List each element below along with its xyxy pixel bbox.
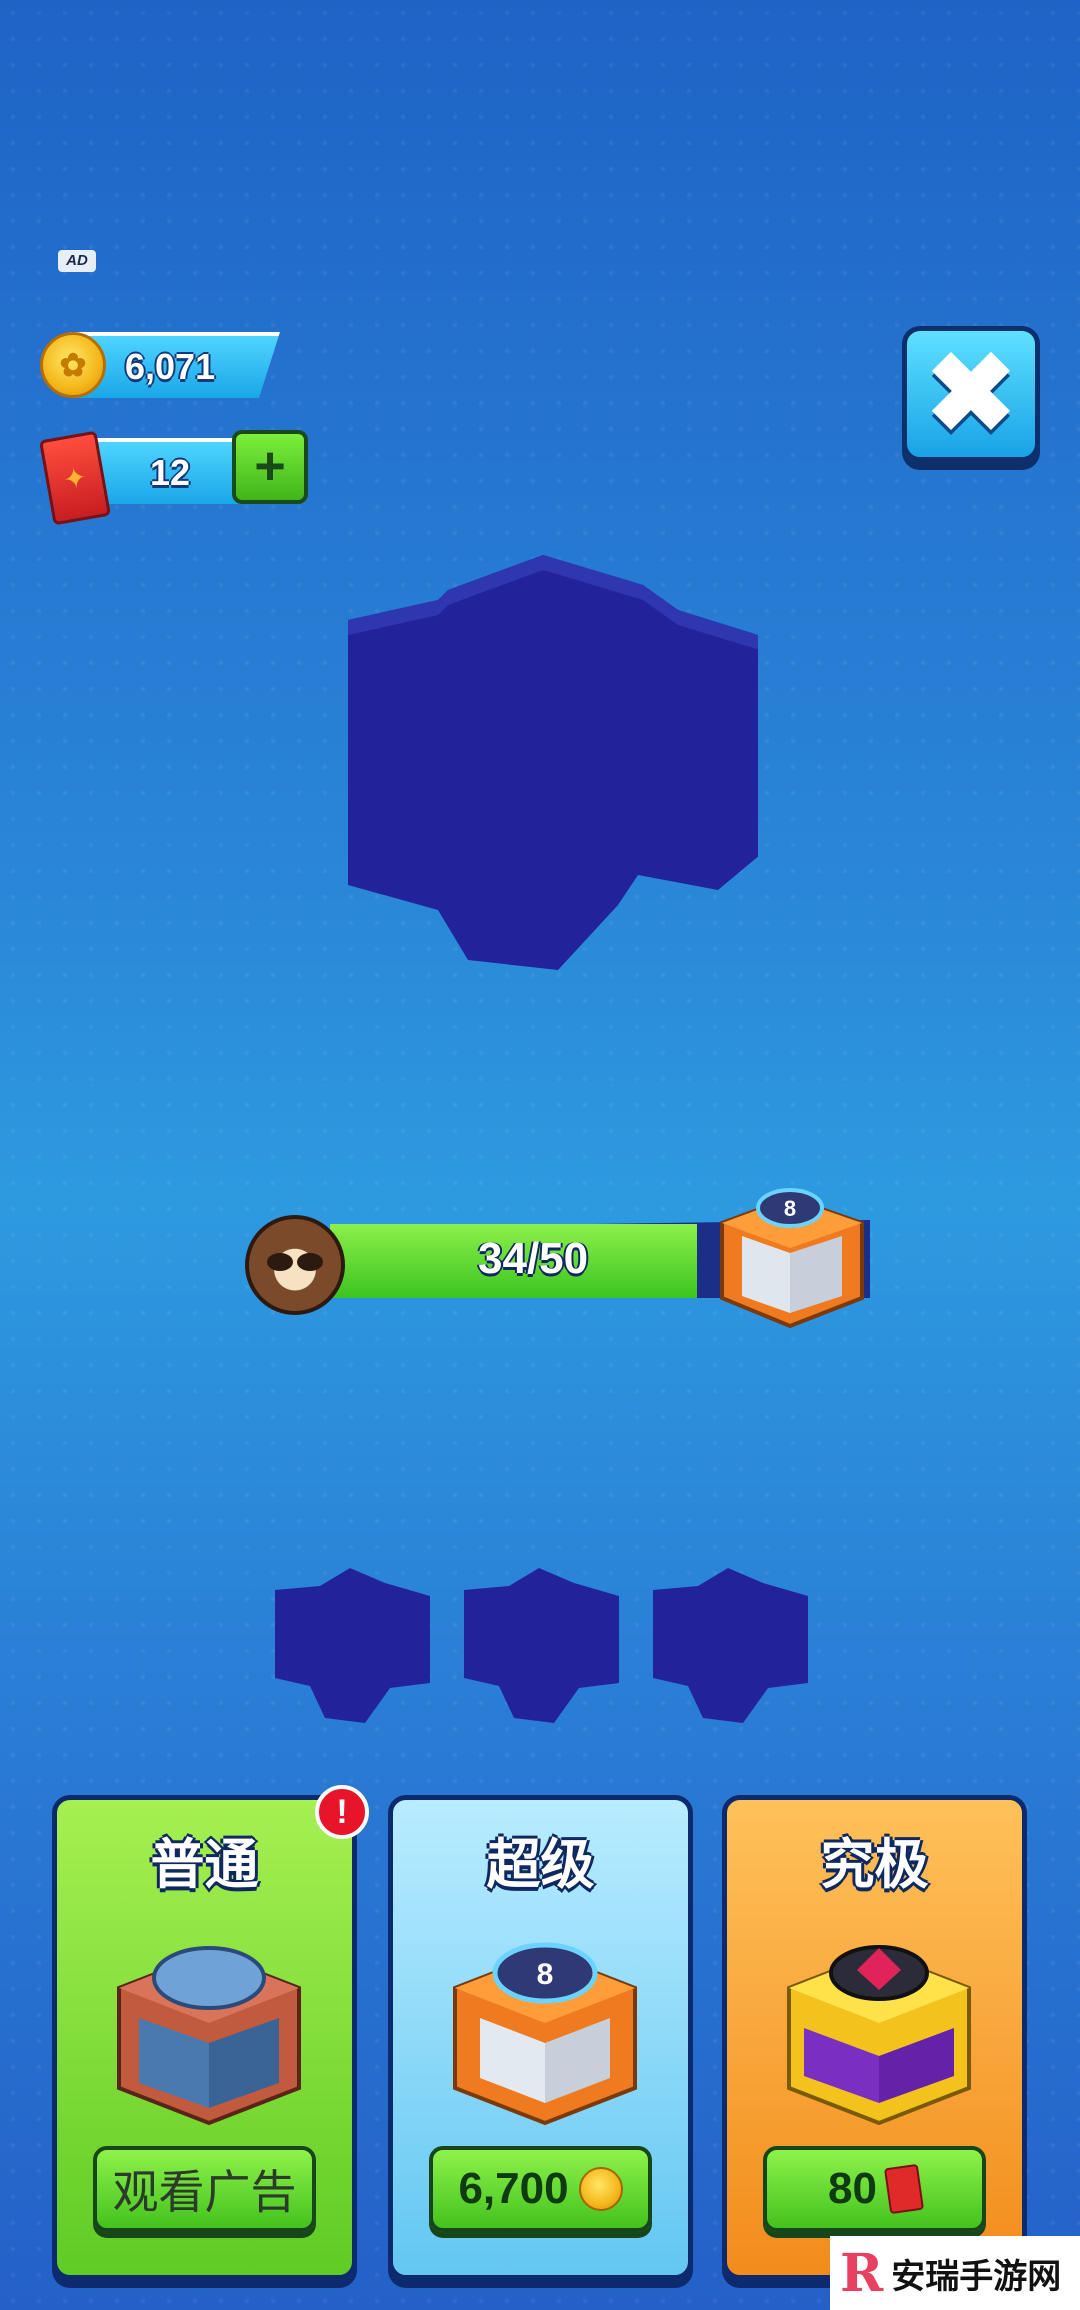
chest-slot-2[interactable]	[459, 1568, 621, 1723]
coin-icon: ✿	[40, 332, 106, 398]
super-chest-icon: 8	[720, 1188, 864, 1328]
card-title: 超级	[486, 1835, 595, 1895]
chest-slot-1[interactable]	[270, 1568, 432, 1723]
ad-badge: AD	[58, 250, 96, 272]
chest-icon: 8	[453, 1942, 637, 2126]
watermark-logo: R	[840, 2242, 884, 2304]
price-label: 80	[828, 2164, 877, 2213]
chest-slot-3[interactable]	[648, 1568, 810, 1723]
close-icon: ✖	[924, 332, 1018, 455]
card-title: 普通	[150, 1835, 259, 1895]
card-title: 究极	[820, 1835, 929, 1895]
chest-icon	[787, 1945, 971, 2126]
super-chest-card[interactable]: 超级 8 6,700	[388, 1795, 693, 2280]
ticket-icon	[883, 2163, 925, 2215]
close-button[interactable]: ✖	[902, 326, 1040, 462]
add-ticket-button[interactable]: +	[232, 430, 308, 504]
coin-value: 6,071	[125, 346, 216, 387]
watch-ad-button[interactable]: 观看广告	[93, 2146, 316, 2232]
raccoon-avatar	[245, 1215, 345, 1315]
buy-super-chest-button[interactable]: 6,700	[429, 2146, 652, 2232]
buy-ultimate-chest-button[interactable]: 80	[763, 2146, 986, 2232]
price-label: 6,700	[458, 2164, 569, 2213]
normal-chest-card[interactable]: 普通 观看广告	[52, 1795, 357, 2280]
watermark: R 安瑞手游网	[830, 2236, 1080, 2310]
chest-silhouette-large	[348, 555, 758, 970]
watch-ad-label: 观看广告	[112, 2166, 297, 2218]
svg-text:8: 8	[537, 1958, 554, 1991]
watermark-text: 安瑞手游网	[891, 2256, 1062, 2297]
svg-text:8: 8	[784, 1196, 796, 1221]
coin-icon	[578, 2167, 623, 2211]
chest-icon	[117, 1946, 301, 2126]
ultimate-chest-card[interactable]: 究极 80	[722, 1795, 1027, 2280]
ticket-value: 12	[150, 452, 191, 493]
alert-icon: !	[315, 1785, 369, 1839]
